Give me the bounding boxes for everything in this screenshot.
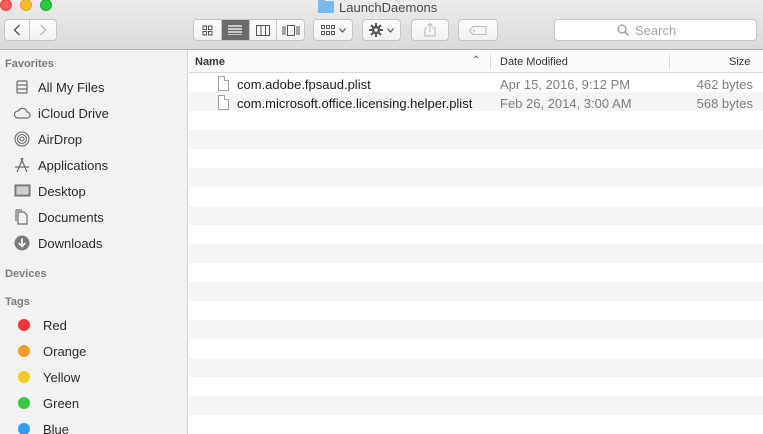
view-mode-selector	[193, 19, 305, 41]
sidebar-item-label: Desktop	[38, 183, 86, 199]
search-placeholder: Search	[635, 22, 677, 38]
close-window-button[interactable]	[0, 0, 12, 11]
gear-icon	[369, 23, 383, 37]
sidebar-item-airdrop[interactable]: AirDrop	[13, 128, 82, 150]
airdrop-icon	[13, 130, 31, 148]
tag-color-dot-icon	[18, 371, 30, 383]
share-button[interactable]	[411, 19, 449, 41]
sidebar-tag-orange[interactable]: Orange	[13, 340, 86, 362]
file-name: com.microsoft.office.licensing.helper.pl…	[237, 96, 473, 111]
search-input[interactable]: Search	[554, 19, 757, 41]
sidebar-item-label: All My Files	[38, 79, 105, 95]
list-header: Name ⌃ Date Modified Size	[189, 51, 763, 73]
column-divider[interactable]	[669, 54, 670, 70]
sidebar-item-label: AirDrop	[38, 131, 83, 147]
sidebar-item-downloads[interactable]: Downloads	[13, 232, 102, 254]
table-row[interactable]: com.adobe.fpsaud.plist Apr 15, 2016, 9:1…	[189, 75, 763, 94]
minimize-window-button[interactable]	[20, 0, 32, 11]
sidebar-item-label: Downloads	[38, 235, 103, 251]
file-date-modified: Apr 15, 2016, 9:12 PM	[500, 77, 631, 92]
arrange-button[interactable]	[313, 19, 353, 41]
toolbar: LaunchDaemons Search	[0, 0, 763, 50]
columns-icon	[255, 24, 270, 36]
sidebar-tag-blue[interactable]: Blue	[13, 418, 69, 434]
sidebar-section-favorites: Favorites	[5, 58, 54, 70]
sidebar-section-devices: Devices	[5, 268, 47, 280]
tag-label: Orange	[43, 343, 87, 359]
column-divider[interactable]	[490, 54, 491, 70]
list-view-button[interactable]	[221, 20, 250, 40]
tag-label: Green	[43, 395, 80, 411]
sidebar-section-tags: Tags	[5, 296, 30, 308]
cover-flow-view-button[interactable]	[277, 20, 304, 40]
file-size: 462 bytes	[696, 77, 753, 92]
tag-color-dot-icon	[18, 319, 30, 331]
back-button[interactable]	[4, 19, 30, 41]
arrange-grid-icon	[320, 24, 335, 35]
list-background	[189, 73, 763, 434]
window-title: LaunchDaemons	[318, 0, 437, 15]
tag-label: Red	[43, 317, 67, 333]
tag-label: Yellow	[43, 369, 81, 385]
icon-view-button[interactable]	[194, 20, 222, 40]
file-name: com.adobe.fpsaud.plist	[237, 77, 371, 92]
documents-icon	[13, 208, 31, 226]
share-icon	[424, 23, 436, 37]
sidebar-item-all-my-files[interactable]: All My Files	[13, 76, 104, 98]
forward-button[interactable]	[30, 19, 57, 41]
chevron-left-icon	[13, 24, 20, 36]
file-date-modified: Feb 26, 2014, 3:00 AM	[500, 96, 632, 111]
desktop-icon	[13, 182, 31, 200]
document-icon	[218, 95, 229, 110]
sidebar-tag-red[interactable]: Red	[13, 314, 67, 336]
sidebar-item-documents[interactable]: Documents	[13, 206, 104, 228]
chevron-down-icon	[387, 27, 394, 33]
folder-icon	[318, 0, 334, 13]
window-title-text: LaunchDaemons	[339, 0, 438, 15]
file-size: 568 bytes	[696, 96, 753, 111]
sidebar-item-label: Applications	[38, 157, 109, 173]
chevron-right-icon	[40, 24, 47, 36]
tag-color-dot-icon	[18, 345, 30, 357]
column-header-name[interactable]: Name	[195, 56, 225, 68]
chevron-down-icon	[338, 27, 346, 33]
icon-grid-icon	[202, 25, 213, 35]
zoom-window-button[interactable]	[40, 0, 52, 11]
edit-tags-button[interactable]	[458, 19, 498, 41]
sidebar-item-desktop[interactable]: Desktop	[13, 180, 86, 202]
tag-label: Blue	[43, 421, 70, 434]
cloud-icon	[13, 104, 31, 122]
file-list: Name ⌃ Date Modified Size com.adobe.fpsa…	[189, 51, 763, 434]
action-button[interactable]	[362, 19, 401, 41]
document-icon	[218, 76, 229, 91]
sidebar-item-applications[interactable]: Applications	[13, 154, 108, 176]
sidebar-item-label: Documents	[38, 209, 104, 225]
tag-icon	[469, 25, 487, 35]
column-view-button[interactable]	[250, 20, 278, 40]
column-header-date-modified[interactable]: Date Modified	[500, 56, 568, 68]
list-icon	[228, 25, 243, 35]
sidebar-item-icloud-drive[interactable]: iCloud Drive	[13, 102, 109, 124]
sort-ascending-icon: ⌃	[472, 55, 481, 66]
search-icon	[617, 24, 629, 36]
downloads-icon	[13, 234, 31, 252]
sidebar-item-label: iCloud Drive	[38, 105, 109, 121]
applications-icon	[13, 156, 31, 174]
table-row[interactable]: com.microsoft.office.licensing.helper.pl…	[189, 94, 763, 113]
column-header-size[interactable]: Size	[729, 56, 750, 68]
tag-color-dot-icon	[18, 423, 30, 434]
all-files-icon	[13, 78, 31, 96]
sidebar-tag-green[interactable]: Green	[13, 392, 79, 414]
sidebar-tag-yellow[interactable]: Yellow	[13, 366, 80, 388]
cover-flow-icon	[282, 24, 300, 36]
sidebar: Favorites All My Files iCloud Drive AirD…	[0, 51, 188, 434]
tag-color-dot-icon	[18, 397, 30, 409]
